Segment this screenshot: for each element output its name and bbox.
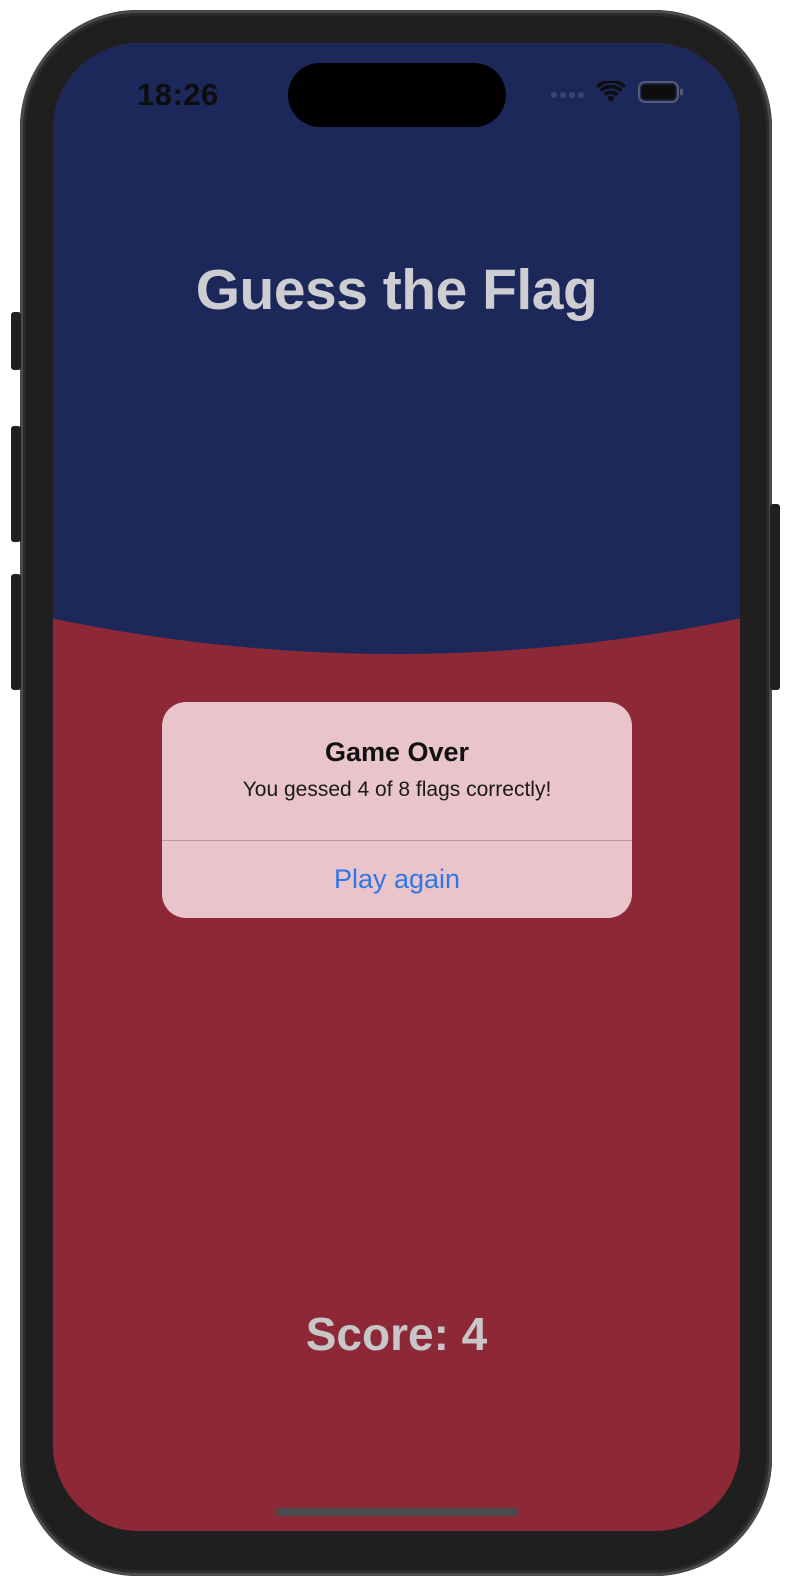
action-button (11, 312, 21, 370)
status-bar-time: 18:26 (137, 77, 219, 112)
volume-up-button (11, 426, 21, 542)
score-label: Score: 4 (305, 1308, 488, 1360)
screen: 18:26 Guess the Flag Game Over You gesse… (53, 43, 740, 1531)
volume-down-button (11, 574, 21, 690)
battery-icon (638, 81, 684, 108)
wifi-icon (596, 79, 626, 108)
home-indicator[interactable] (275, 1508, 518, 1516)
alert-message: You gessed 4 of 8 flags correctly! (242, 778, 552, 801)
game-over-alert: Game Over You gessed 4 of 8 flags correc… (162, 702, 632, 918)
page-title: Guess the Flag (195, 258, 598, 322)
power-button (770, 504, 780, 690)
status-bar-icons (550, 79, 684, 108)
cellular-signal-icon (550, 86, 584, 104)
alert-title: Game Over (324, 737, 470, 767)
play-again-button[interactable]: Play again (162, 841, 632, 918)
dynamic-island (288, 63, 506, 127)
